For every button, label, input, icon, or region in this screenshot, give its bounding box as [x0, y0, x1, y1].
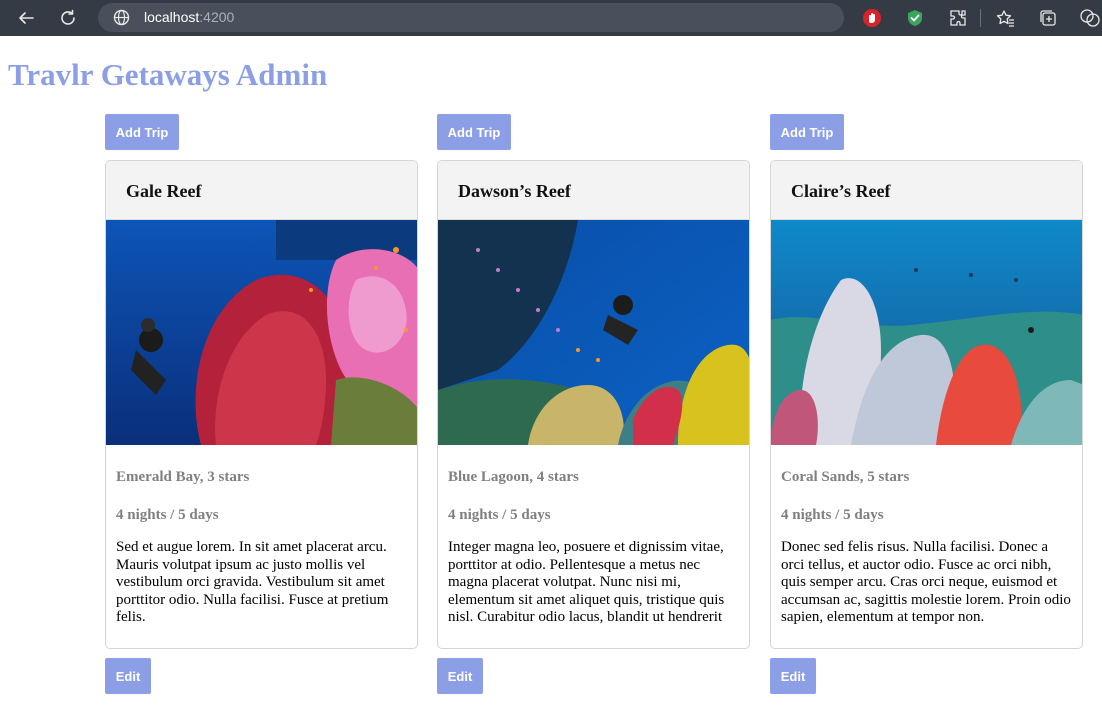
card-header: Claire’s Reef	[771, 161, 1082, 220]
favorites-icon[interactable]	[993, 6, 1017, 30]
edit-trip-button[interactable]: Edit	[105, 658, 151, 694]
adblock-icon[interactable]	[860, 6, 884, 30]
card-body: Coral Sands, 5 stars 4 nights / 5 days D…	[771, 445, 1082, 627]
trip-resort: Coral Sands, 5 stars	[781, 469, 910, 485]
url-port: :4200	[199, 9, 235, 25]
edit-trip-button[interactable]: Edit	[437, 658, 483, 694]
url-text[interactable]: localhost:4200	[144, 9, 234, 25]
trip-description: Donec sed felis risus. Nulla facilisi. D…	[781, 539, 1071, 626]
card-body: Blue Lagoon, 4 stars 4 nights / 5 days I…	[438, 445, 749, 627]
extensions-icon[interactable]	[946, 6, 970, 30]
url-host: localhost	[144, 9, 200, 25]
toolbar-divider	[980, 9, 981, 27]
trip-length: 4 nights / 5 days	[116, 507, 219, 523]
collections-icon[interactable]	[1036, 6, 1060, 30]
shield-check-icon[interactable]	[903, 6, 927, 30]
trip-length: 4 nights / 5 days	[781, 507, 884, 523]
trip-description: Integer magna leo, posuere et dignissim …	[448, 539, 725, 626]
trip-name: Dawson’s Reef	[458, 181, 571, 201]
trip-card: Gale Reef Emerald Bay, 3 stars 4 nights …	[105, 160, 418, 649]
trip-resort: Blue Lagoon, 4 stars	[448, 469, 579, 485]
copilot-icon[interactable]	[1078, 6, 1102, 30]
address-bar[interactable]: localhost:4200	[98, 3, 844, 32]
add-trip-button[interactable]: Add Trip	[770, 114, 844, 150]
back-arrow-icon[interactable]	[14, 6, 38, 30]
reload-icon[interactable]	[56, 6, 80, 30]
trip-card: Dawson’s Reef Blue Lagoon, 4 stars 4 nig…	[437, 160, 750, 649]
add-trip-button[interactable]: Add Trip	[105, 114, 179, 150]
trip-length: 4 nights / 5 days	[448, 507, 551, 523]
page-title: Travlr Getaways Admin	[8, 57, 328, 92]
add-trip-button[interactable]: Add Trip	[437, 114, 511, 150]
trip-name: Claire’s Reef	[791, 181, 891, 201]
card-header: Gale Reef	[106, 161, 417, 220]
edit-trip-button[interactable]: Edit	[770, 658, 816, 694]
card-body: Emerald Bay, 3 stars 4 nights / 5 days S…	[106, 445, 417, 627]
trip-image	[438, 220, 749, 445]
trip-description: Sed et augue lorem. In sit amet placerat…	[116, 539, 389, 626]
card-header: Dawson’s Reef	[438, 161, 749, 220]
trip-card: Claire’s Reef Coral Sands, 5 stars 4 nig…	[770, 160, 1083, 649]
site-info-icon[interactable]	[113, 9, 130, 31]
trip-image	[771, 220, 1082, 445]
trip-name: Gale Reef	[126, 181, 202, 201]
trip-image	[106, 220, 417, 445]
trip-resort: Emerald Bay, 3 stars	[116, 469, 250, 485]
browser-toolbar: localhost:4200	[0, 0, 1102, 36]
